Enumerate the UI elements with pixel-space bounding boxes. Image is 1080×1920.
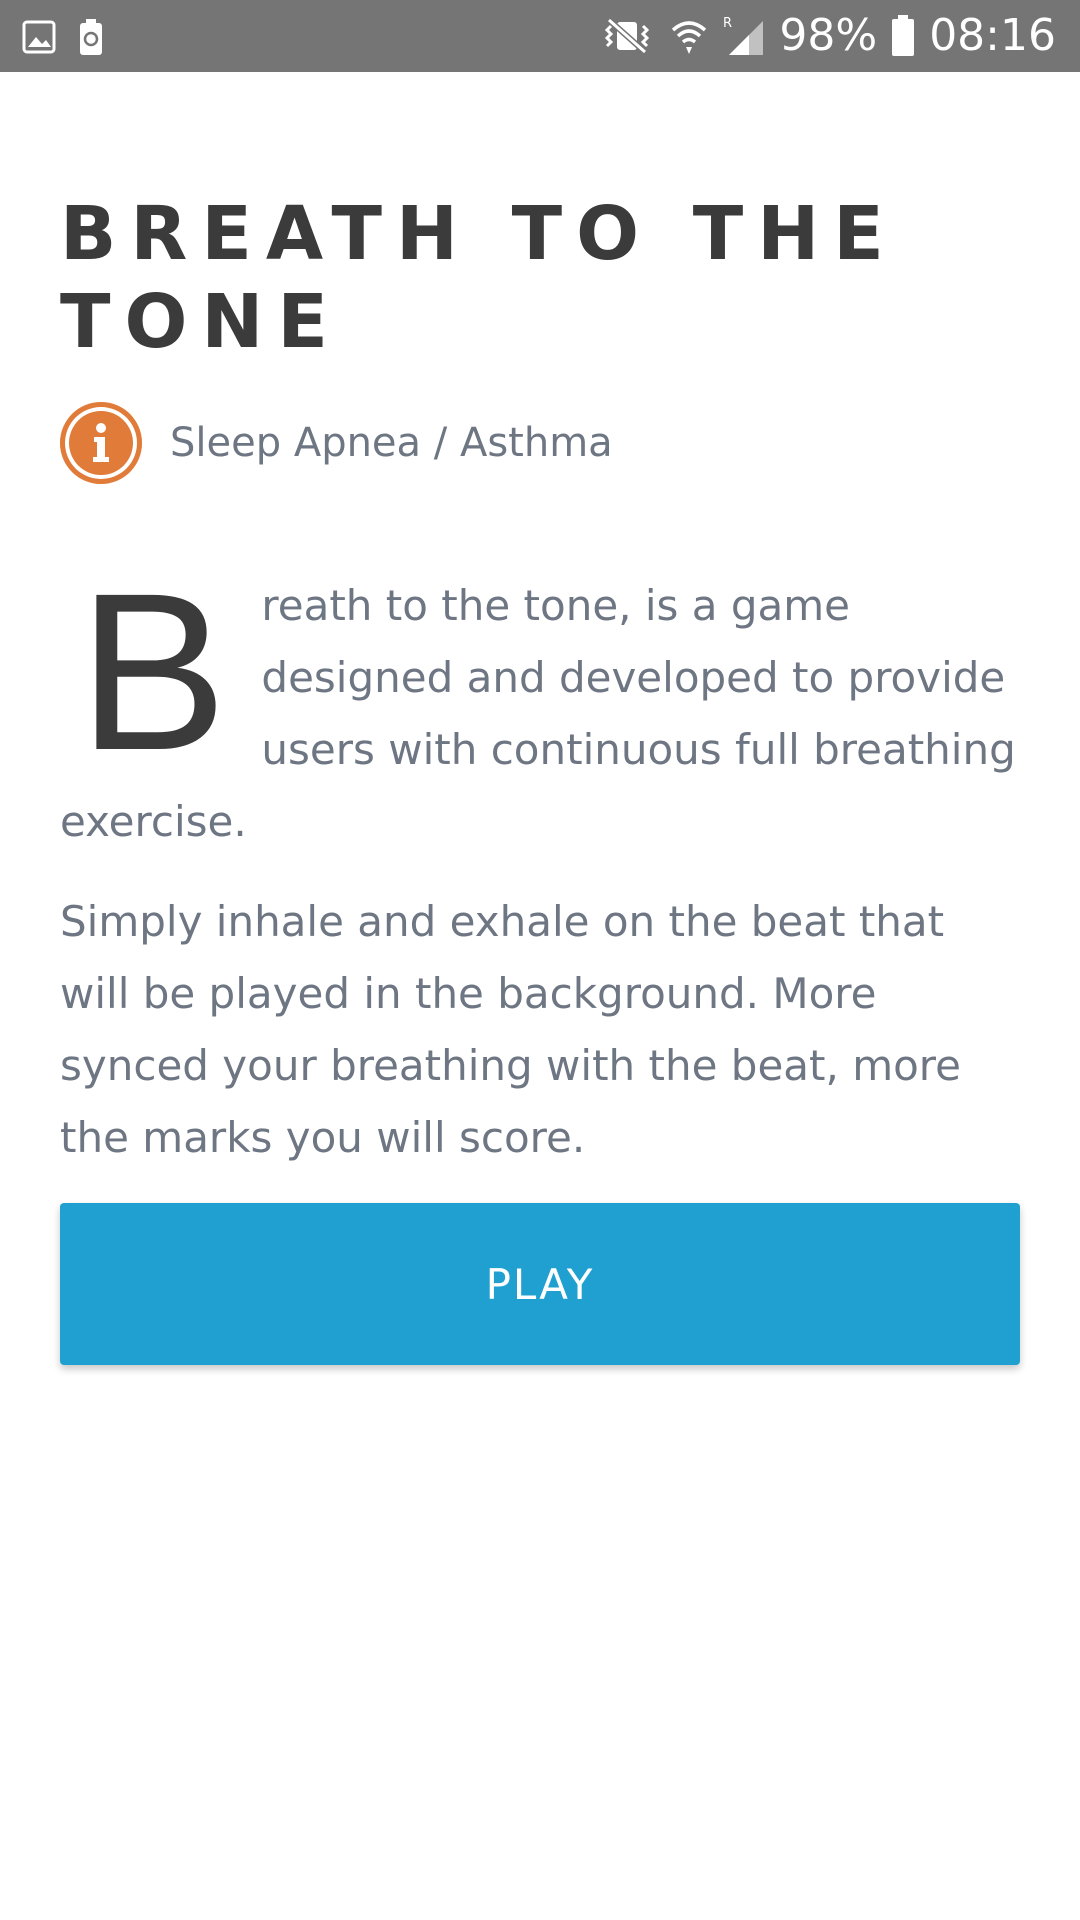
info-icon xyxy=(60,402,142,484)
battery-icon xyxy=(892,15,915,56)
battery-saver-icon xyxy=(80,19,102,55)
svg-text:R: R xyxy=(723,16,732,31)
info-glyph xyxy=(93,423,109,462)
description-paragraph-2: Simply inhale and exhale on the beat tha… xyxy=(60,897,961,1162)
category-row: Sleep Apnea / Asthma xyxy=(60,400,613,486)
status-bar: R 98% 08:16 xyxy=(0,0,1080,72)
play-button[interactable]: PLAY xyxy=(60,1203,1020,1365)
battery-percentage: 98% xyxy=(779,10,878,61)
vibrate-mute-icon xyxy=(605,17,650,55)
game-description: B reath to the tone, is a game designed … xyxy=(60,547,1020,1174)
category-label: Sleep Apnea / Asthma xyxy=(170,420,613,466)
gallery-icon xyxy=(22,20,56,54)
signal-roaming-icon: R xyxy=(723,16,764,55)
drop-cap: B xyxy=(78,547,228,797)
page-title: BREATH TO THE TONE xyxy=(60,191,898,365)
status-bar-left xyxy=(22,18,104,56)
clock: 08:16 xyxy=(929,10,1056,61)
status-bar-right: R 98% 08:16 xyxy=(599,0,1056,72)
wifi-icon xyxy=(672,21,707,54)
